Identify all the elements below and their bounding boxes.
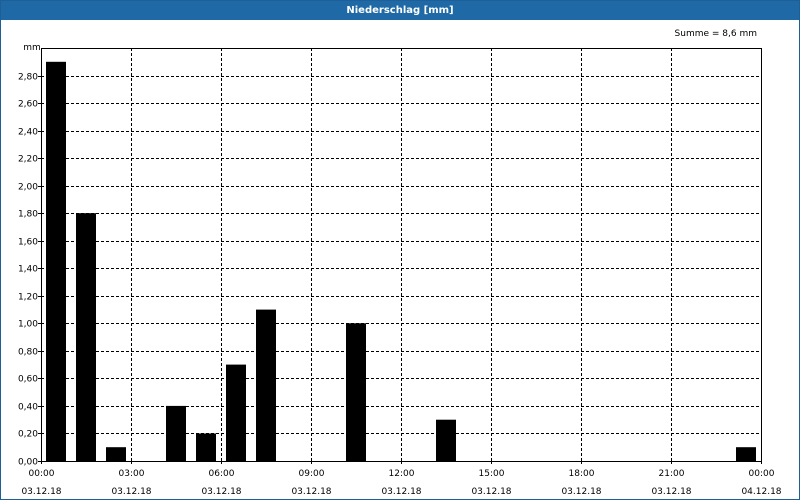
- bar-0400: [166, 405, 186, 461]
- y-tick-label: 2,60: [18, 100, 38, 110]
- x-tick-time-label: 09:00: [299, 469, 325, 479]
- x-tick-time-label: 18:00: [569, 469, 595, 479]
- bar-1300: [436, 419, 456, 461]
- x-tick-time-label: 15:00: [479, 469, 505, 479]
- y-tick-label: 2,00: [18, 183, 38, 193]
- x-tick-date-label: 03.12.18: [471, 487, 511, 497]
- bar-0200: [106, 447, 126, 461]
- sum-label: Summe = 8,6 mm: [675, 29, 757, 39]
- y-tick-label: 2,80: [18, 73, 38, 83]
- bar-0100: [76, 213, 96, 461]
- x-tick-date-label: 03.12.18: [291, 487, 331, 497]
- precipitation-chart: Summe = 8,6 mm mm 0,00 0,20 0,40 0,60 0,80 1,…: [18, 29, 782, 497]
- y-tick-label: 0,40: [18, 403, 38, 413]
- y-tick-label: 1,20: [18, 293, 38, 303]
- x-tick-date-label: 03.12.18: [651, 487, 691, 497]
- y-tick-label: 2,40: [18, 128, 38, 138]
- y-axis-ticks: 0,00 0,20 0,40 0,60 0,80 1,00 1,20 1,40 1,60 1,80…: [18, 73, 41, 468]
- bar-0500: [196, 433, 216, 461]
- bar-0600: [226, 364, 246, 461]
- x-tick-date-label: 03.12.18: [111, 487, 151, 497]
- x-tick-time-label: 03:00: [119, 469, 145, 479]
- x-tick-date-label: 03.12.18: [561, 487, 601, 497]
- y-axis-unit-label: mm: [23, 43, 41, 53]
- y-tick-label: 0,20: [18, 430, 38, 440]
- y-tick-label: 0,60: [18, 375, 38, 385]
- bar-0700: [256, 309, 276, 461]
- chart-window: Niederschlag [mm] Summe = 8,6 mm mm 0,00…: [0, 0, 800, 500]
- y-tick-label: 1,00: [18, 320, 38, 330]
- y-tick-label: 1,60: [18, 238, 38, 248]
- x-tick-date-label: 03.12.18: [381, 487, 421, 497]
- y-tick-label: 2,20: [18, 155, 38, 165]
- y-tick-label: 1,80: [18, 210, 38, 220]
- y-tick-label: 0,80: [18, 348, 38, 358]
- x-tick-time-label: 00:00: [29, 469, 55, 479]
- bar-0000: [46, 61, 66, 462]
- x-axis-ticks: 00:00 03.12.18 03:00 03.12.18 06:00 03.12.18 0…: [21, 461, 782, 497]
- x-tick-date-label: 03.12.18: [201, 487, 241, 497]
- x-tick-time-label: 00:00: [749, 469, 775, 479]
- bar-2300: [736, 447, 756, 461]
- grid-lines: [41, 48, 762, 461]
- bar-1000: [346, 323, 366, 461]
- y-tick-label: 0,00: [18, 458, 38, 468]
- x-tick-time-label: 12:00: [389, 469, 415, 479]
- x-tick-time-label: 06:00: [209, 469, 235, 479]
- x-tick-time-label: 21:00: [659, 469, 685, 479]
- x-tick-date-label: 04.12.18: [741, 487, 781, 497]
- bars: [46, 61, 756, 462]
- x-tick-date-label: 03.12.18: [21, 487, 61, 497]
- y-tick-label: 1,40: [18, 265, 38, 275]
- chart-title: Niederschlag [mm]: [1, 1, 799, 20]
